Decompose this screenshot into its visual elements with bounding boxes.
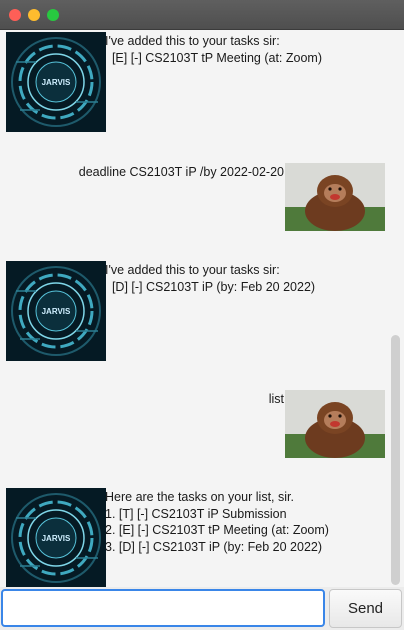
bot-dialog: JARVIS I've added this to your tasks sir… xyxy=(0,259,388,365)
user-message-text: list xyxy=(268,392,284,406)
bot-message-text: Here are the tasks on your list, sir. 1.… xyxy=(105,490,329,554)
scrollbar-thumb[interactable] xyxy=(391,335,400,585)
user-dialog: deadline CS2103T iP /by 2022-02-20 xyxy=(0,161,388,231)
send-button[interactable]: Send xyxy=(329,589,402,628)
bot-message-text: I've added this to your tasks sir: [D] [… xyxy=(105,263,316,294)
dialog-container: JARVIS I've added this to your tasks sir… xyxy=(0,30,388,587)
orangutan-avatar-icon xyxy=(285,163,385,263)
svg-text:JARVIS: JARVIS xyxy=(42,78,71,87)
jarvis-avatar-icon: JARVIS xyxy=(6,32,106,132)
svg-text:JARVIS: JARVIS xyxy=(42,307,71,316)
bot-dialog: JARVIS I've added this to your tasks sir… xyxy=(0,30,388,136)
message-input[interactable] xyxy=(1,589,325,627)
close-window-button[interactable] xyxy=(9,9,21,21)
bot-message-text: I've added this to your tasks sir: [E] [… xyxy=(105,34,322,65)
user-dialog: list xyxy=(0,388,388,458)
zoom-window-button[interactable] xyxy=(47,9,59,21)
orangutan-avatar-icon xyxy=(285,390,385,490)
bot-dialog: JARVIS Here are the tasks on your list, … xyxy=(0,486,388,587)
jarvis-avatar-icon: JARVIS xyxy=(6,488,106,587)
minimize-window-button[interactable] xyxy=(28,9,40,21)
jarvis-avatar-icon: JARVIS xyxy=(6,261,106,361)
title-bar xyxy=(0,0,404,30)
user-message-text: deadline CS2103T iP /by 2022-02-20 xyxy=(78,165,284,179)
svg-text:JARVIS: JARVIS xyxy=(42,534,71,543)
